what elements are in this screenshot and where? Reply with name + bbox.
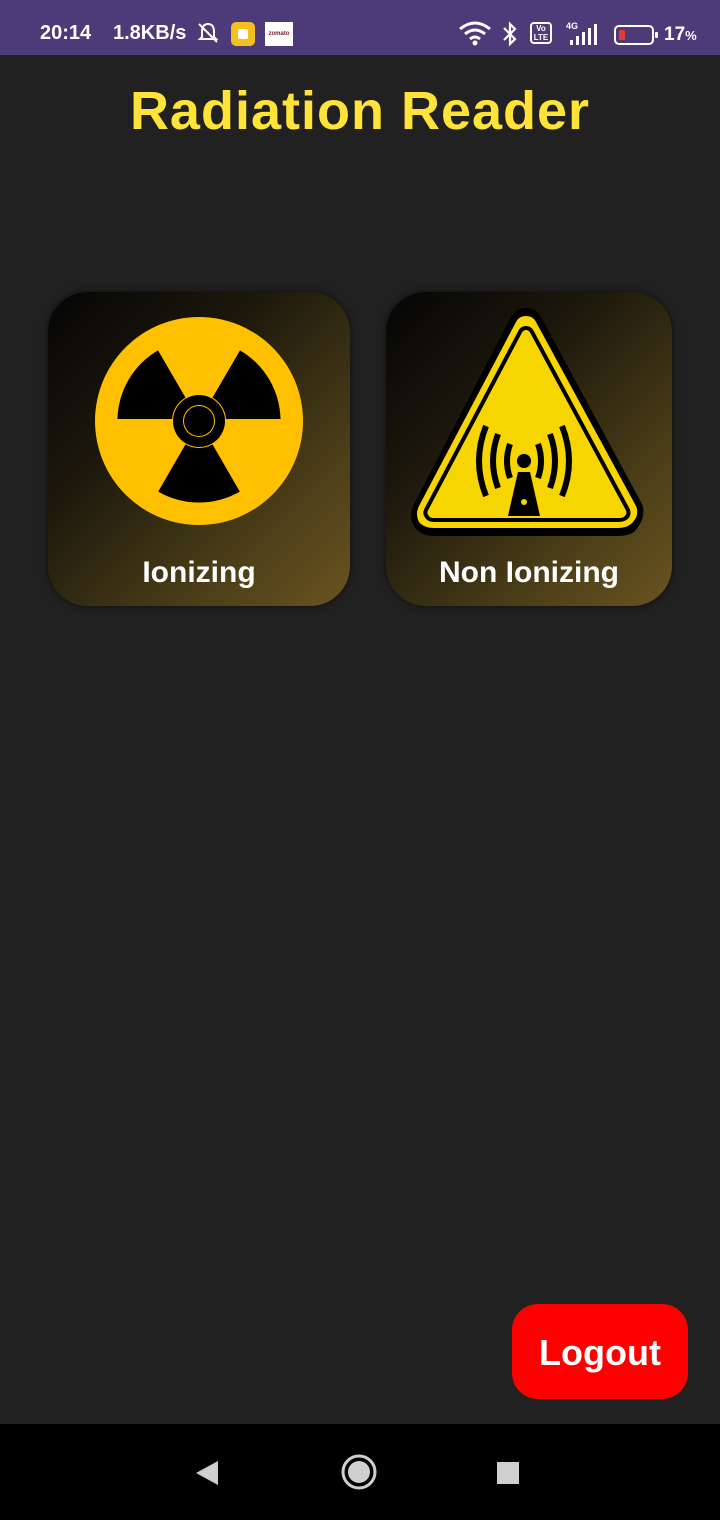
ionizing-card[interactable]: Ionizing: [48, 292, 350, 606]
status-net-speed: 1.8KB/s: [113, 22, 187, 44]
radiation-trefoil-icon: [94, 316, 304, 531]
battery-percentage: 17%: [664, 24, 697, 45]
status-time: 20:14: [40, 22, 92, 44]
status-bar: 20:14 1.8KB/s zomato Vo LTE 4G 17%: [0, 0, 720, 55]
non-ionizing-warning-icon: [404, 304, 648, 549]
home-circle-icon[interactable]: [340, 1453, 378, 1496]
navigation-bar: [0, 1424, 720, 1520]
app-notification-icon: [231, 22, 255, 46]
non-ionizing-label: Non Ionizing: [439, 556, 619, 589]
wifi-icon: [458, 20, 492, 52]
recents-square-icon[interactable]: [496, 1461, 520, 1490]
ionizing-label: Ionizing: [142, 556, 256, 589]
bluetooth-icon: [500, 20, 520, 54]
volte-icon: Vo LTE: [530, 22, 552, 44]
zomato-notification-icon: zomato: [265, 22, 293, 46]
back-triangle-icon[interactable]: [194, 1459, 222, 1492]
screen: 20:14 1.8KB/s zomato Vo LTE 4G 17% Radia…: [0, 0, 720, 1520]
muted-bell-icon: [195, 20, 221, 52]
app-title: Radiation Reader: [129, 81, 591, 141]
svg-text:4G: 4G: [566, 21, 578, 31]
battery-icon: [614, 25, 658, 45]
non-ionizing-card[interactable]: Non Ionizing: [386, 292, 672, 606]
logout-button[interactable]: Logout: [512, 1304, 688, 1399]
cell-signal-icon: 4G: [564, 20, 604, 54]
